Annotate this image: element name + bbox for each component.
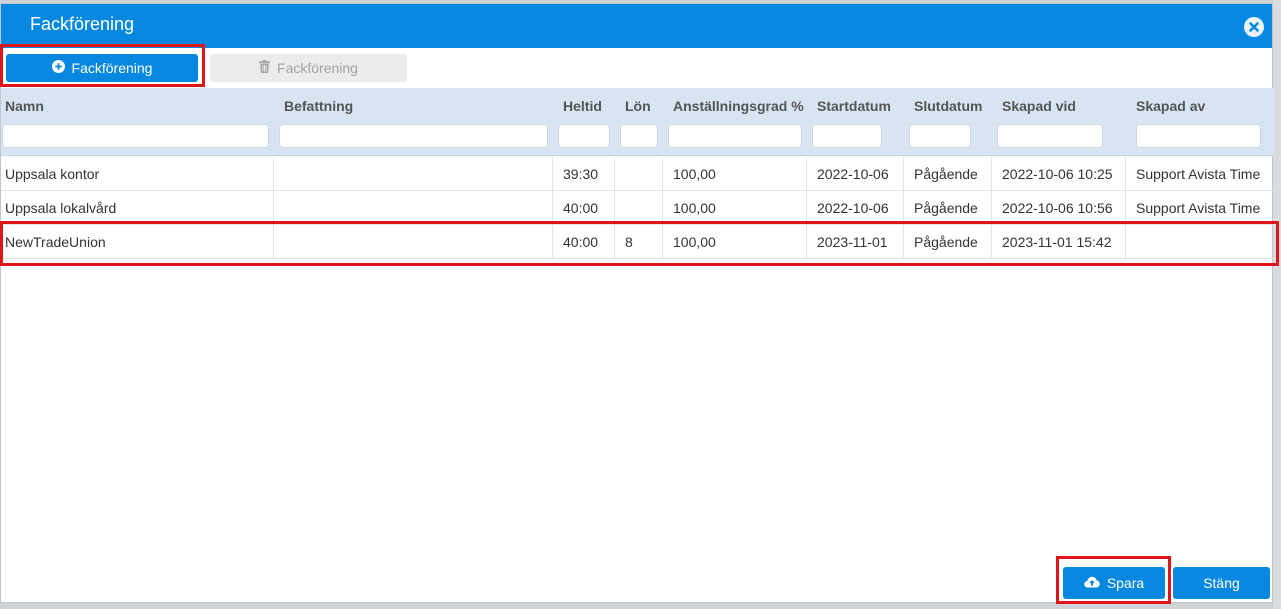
grid-header: Namn Befattning Heltid Lön Anställningsg… (1, 88, 1274, 156)
filter-input-anstallningsgrad[interactable] (668, 124, 802, 148)
column-divider (1125, 157, 1126, 191)
column-divider (273, 157, 274, 191)
cell-startdatum: 2023-11-01 (817, 234, 888, 250)
table-row[interactable]: NewTradeUnion 40:00 8 100,00 2023-11-01 … (1, 225, 1274, 259)
column-divider (903, 157, 904, 191)
add-trade-union-button[interactable]: Fackförening (6, 54, 198, 82)
column-divider (903, 191, 904, 225)
cell-anstallningsgrad: 100,00 (673, 166, 716, 182)
column-divider (991, 157, 992, 191)
column-divider (273, 191, 274, 225)
filter-input-namn[interactable] (2, 124, 269, 148)
filter-input-startdatum[interactable] (812, 124, 882, 148)
column-header-anstallningsgrad[interactable]: Anställningsgrad % (673, 98, 804, 114)
cell-heltid: 40:00 (563, 234, 599, 250)
close-button[interactable]: Stäng (1173, 567, 1270, 599)
column-divider (1125, 191, 1126, 225)
column-header-slutdatum[interactable]: Slutdatum (914, 98, 982, 114)
save-button[interactable]: Spara (1063, 567, 1165, 599)
plus-circle-icon (51, 60, 65, 76)
filter-input-skapad-av[interactable] (1136, 124, 1261, 148)
column-divider (806, 191, 807, 225)
table-row[interactable]: Uppsala lokalvård 40:00 100,00 2022-10-0… (1, 191, 1274, 225)
dialog-header: Fackförening (1, 4, 1272, 48)
column-header-namn[interactable]: Namn (5, 98, 44, 114)
column-divider (991, 225, 992, 259)
cell-slutdatum: Pågående (914, 166, 978, 182)
close-icon[interactable] (1244, 17, 1264, 37)
column-header-befattning[interactable]: Befattning (284, 98, 353, 114)
column-divider (552, 225, 553, 259)
cell-skapad-av: Support Avista Time (1136, 200, 1261, 216)
backdrop (1273, 0, 1281, 609)
save-button-label: Spara (1106, 575, 1145, 591)
cell-anstallningsgrad: 100,00 (673, 200, 716, 216)
delete-button-label: Fackförening (277, 60, 358, 76)
filter-input-skapad-vid[interactable] (997, 124, 1103, 148)
cell-skapad-vid: 2023-11-01 15:42 (1002, 234, 1112, 250)
cell-namn: NewTradeUnion (5, 234, 106, 250)
cell-heltid: 40:00 (563, 200, 599, 216)
cell-namn: Uppsala lokalvård (5, 200, 117, 216)
column-header-skapad-vid[interactable]: Skapad vid (1002, 98, 1076, 114)
column-divider (806, 157, 807, 191)
cell-slutdatum: Pågående (914, 234, 978, 250)
column-divider (614, 157, 615, 191)
add-button-label: Fackförening (71, 60, 153, 76)
column-divider (273, 225, 274, 259)
column-divider (662, 191, 663, 225)
delete-trade-union-button: Fackförening (210, 54, 407, 82)
column-divider (614, 225, 615, 259)
cell-namn: Uppsala kontor (5, 166, 100, 182)
cell-heltid: 39:30 (563, 166, 599, 182)
cell-slutdatum: Pågående (914, 200, 978, 216)
dialog-title: Fackförening (30, 14, 135, 34)
column-divider (1125, 225, 1126, 259)
column-header-heltid[interactable]: Heltid (563, 98, 602, 114)
cell-startdatum: 2022-10-06 (817, 200, 889, 216)
trade-union-dialog: Fackförening Fackförening Fackförening N… (0, 3, 1274, 603)
table-row[interactable]: Uppsala kontor 39:30 100,00 2022-10-06 P… (1, 157, 1274, 191)
column-divider (662, 225, 663, 259)
column-header-startdatum[interactable]: Startdatum (817, 98, 891, 114)
filter-input-befattning[interactable] (279, 124, 548, 148)
filter-input-slutdatum[interactable] (909, 124, 971, 148)
cell-skapad-vid: 2022-10-06 10:56 (1002, 200, 1113, 216)
column-header-skapad-av[interactable]: Skapad av (1136, 98, 1205, 114)
cell-skapad-vid: 2022-10-06 10:25 (1002, 166, 1113, 182)
column-divider (614, 191, 615, 225)
column-divider (552, 191, 553, 225)
column-divider (662, 157, 663, 191)
column-divider (991, 191, 992, 225)
column-divider (903, 225, 904, 259)
filter-input-lon[interactable] (620, 124, 658, 148)
column-divider (806, 225, 807, 259)
cell-startdatum: 2022-10-06 (817, 166, 889, 182)
trash-icon (259, 60, 271, 76)
cell-lon: 8 (625, 234, 633, 250)
close-button-label: Stäng (1203, 575, 1240, 591)
filter-input-heltid[interactable] (558, 124, 610, 148)
cell-skapad-av: Support Avista Time (1136, 166, 1261, 182)
cell-anstallningsgrad: 100,00 (673, 234, 716, 250)
column-divider (552, 157, 553, 191)
cloud-upload-icon (1084, 575, 1100, 591)
toolbar: Fackförening Fackförening (1, 48, 1272, 88)
column-header-lon[interactable]: Lön (625, 98, 651, 114)
